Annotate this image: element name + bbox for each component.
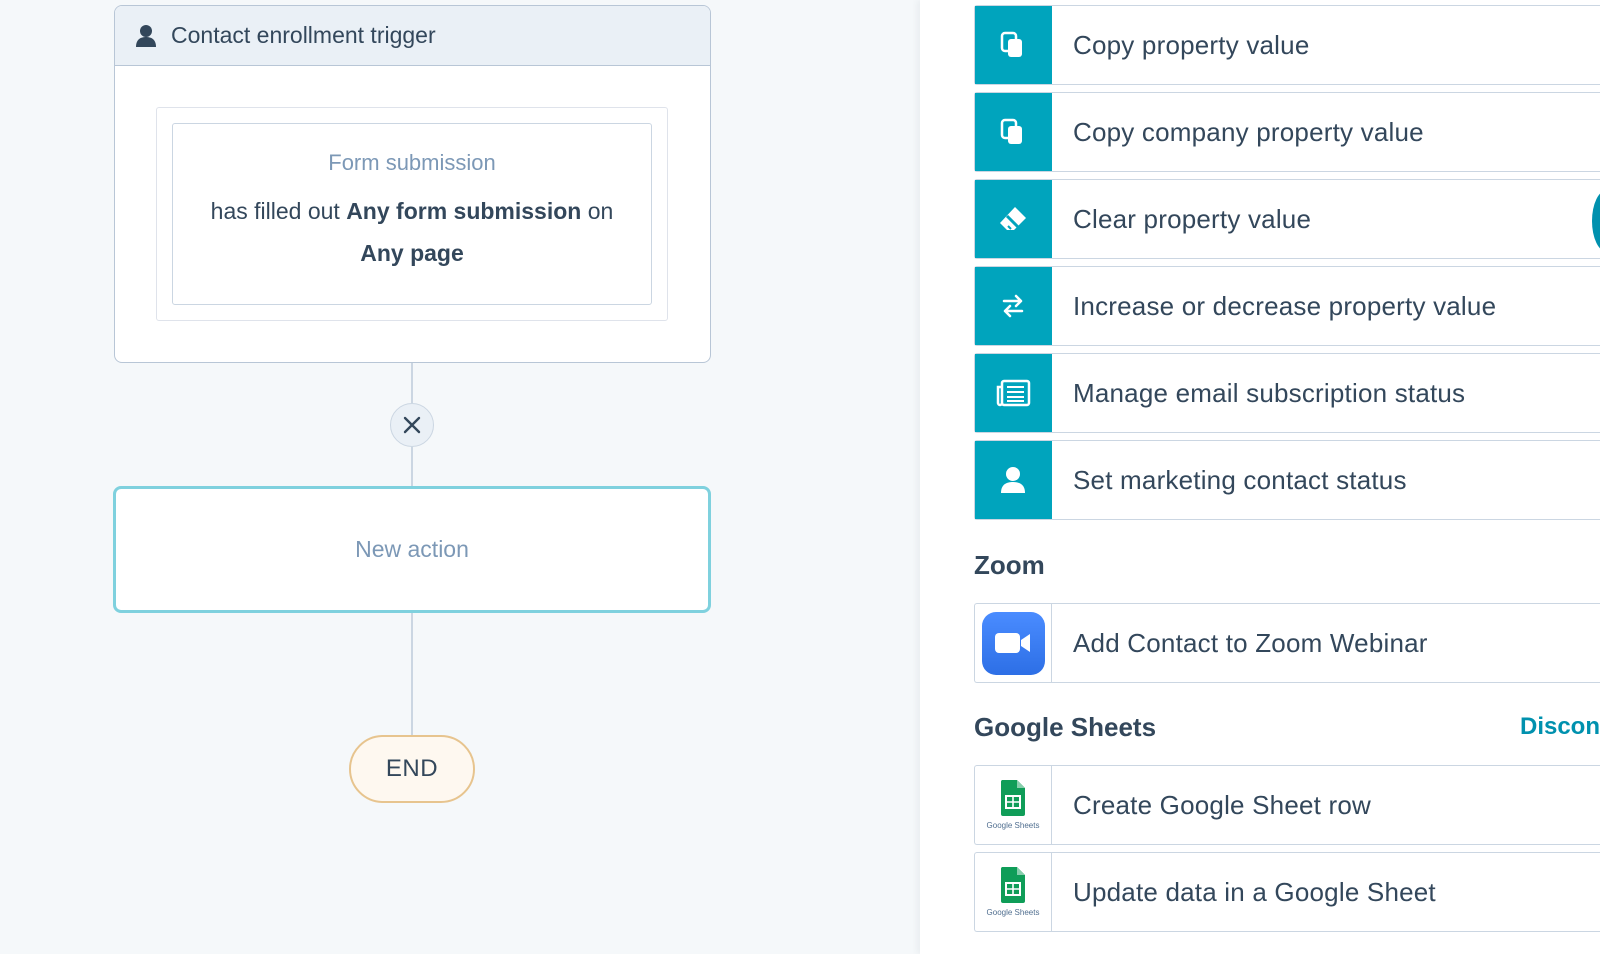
action-label: Create Google Sheet row bbox=[1073, 789, 1371, 820]
action-update-google-sheet[interactable]: Google Sheets Update data in a Google Sh… bbox=[974, 852, 1600, 932]
copy-icon bbox=[975, 93, 1052, 171]
action-copy-property-value[interactable]: Copy property value bbox=[974, 5, 1600, 85]
action-add-contact-zoom-webinar[interactable]: Add Contact to Zoom Webinar bbox=[974, 603, 1600, 683]
swap-arrows-icon bbox=[975, 267, 1052, 345]
video-camera-icon bbox=[995, 633, 1030, 653]
trigger-description: has filled out Any form submission on An… bbox=[173, 190, 651, 274]
trigger-desc-prefix: has filled out bbox=[210, 198, 340, 224]
action-label: Set marketing contact status bbox=[1073, 464, 1407, 495]
action-label: Update data in a Google Sheet bbox=[1073, 876, 1436, 907]
action-increase-decrease-property[interactable]: Increase or decrease property value bbox=[974, 266, 1600, 346]
trigger-header-title: Contact enrollment trigger bbox=[171, 22, 436, 48]
action-label: Add Contact to Zoom Webinar bbox=[1073, 627, 1428, 658]
google-sheets-icon: Google Sheets bbox=[975, 766, 1052, 844]
trigger-desc-form: Any form submission bbox=[346, 198, 582, 224]
trigger-desc-page: Any page bbox=[360, 240, 464, 266]
remove-action-button[interactable] bbox=[390, 403, 434, 447]
trigger-header: Contact enrollment trigger bbox=[115, 6, 710, 66]
action-label: Clear property value bbox=[1073, 203, 1312, 234]
connector-line bbox=[411, 363, 413, 403]
action-manage-email-subscription[interactable]: Manage email subscription status bbox=[974, 353, 1600, 433]
copy-icon bbox=[975, 6, 1052, 84]
close-icon bbox=[403, 416, 421, 434]
google-sheets-caption: Google Sheets bbox=[986, 821, 1040, 830]
end-node: END bbox=[349, 735, 475, 803]
action-label: Manage email subscription status bbox=[1073, 377, 1466, 408]
action-label: Copy property value bbox=[1073, 29, 1310, 60]
trigger-filter-group: Form submission has filled out Any form … bbox=[156, 107, 668, 321]
google-sheets-caption: Google Sheets bbox=[986, 908, 1040, 917]
trigger-type-label: Form submission bbox=[328, 150, 496, 175]
action-picker-panel: Copy property value Copy company propert… bbox=[920, 0, 1600, 954]
eraser-icon bbox=[975, 180, 1052, 258]
zoom-app-icon bbox=[975, 604, 1052, 682]
action-set-marketing-contact-status[interactable]: Set marketing contact status bbox=[974, 440, 1600, 520]
disconnect-link[interactable]: Discon bbox=[1520, 713, 1600, 741]
trigger-desc-middle: on bbox=[587, 198, 614, 224]
workflow-canvas: Contact enrollment trigger Form submissi… bbox=[0, 0, 920, 954]
section-title-google-sheets: Google Sheets bbox=[974, 712, 1157, 742]
new-action-label: New action bbox=[355, 536, 469, 562]
action-label: Increase or decrease property value bbox=[1073, 290, 1497, 321]
end-label: END bbox=[385, 755, 439, 782]
trigger-filter[interactable]: Form submission has filled out Any form … bbox=[172, 123, 652, 305]
action-label: Copy company property value bbox=[1073, 116, 1424, 147]
action-clear-property-value[interactable]: Clear property value bbox=[974, 179, 1600, 259]
connector-line bbox=[411, 613, 413, 735]
section-title-zoom: Zoom bbox=[974, 550, 1045, 580]
newspaper-icon bbox=[975, 354, 1052, 432]
google-sheets-icon: Google Sheets bbox=[975, 853, 1052, 931]
action-create-google-sheet-row[interactable]: Google Sheets Create Google Sheet row bbox=[974, 765, 1600, 845]
contact-icon bbox=[135, 24, 157, 48]
contact-icon bbox=[975, 441, 1052, 519]
connector-line bbox=[411, 447, 413, 486]
enrollment-trigger-card[interactable]: Contact enrollment trigger Form submissi… bbox=[114, 5, 711, 363]
action-copy-company-property-value[interactable]: Copy company property value bbox=[974, 92, 1600, 172]
new-action-card[interactable]: New action bbox=[113, 486, 711, 613]
